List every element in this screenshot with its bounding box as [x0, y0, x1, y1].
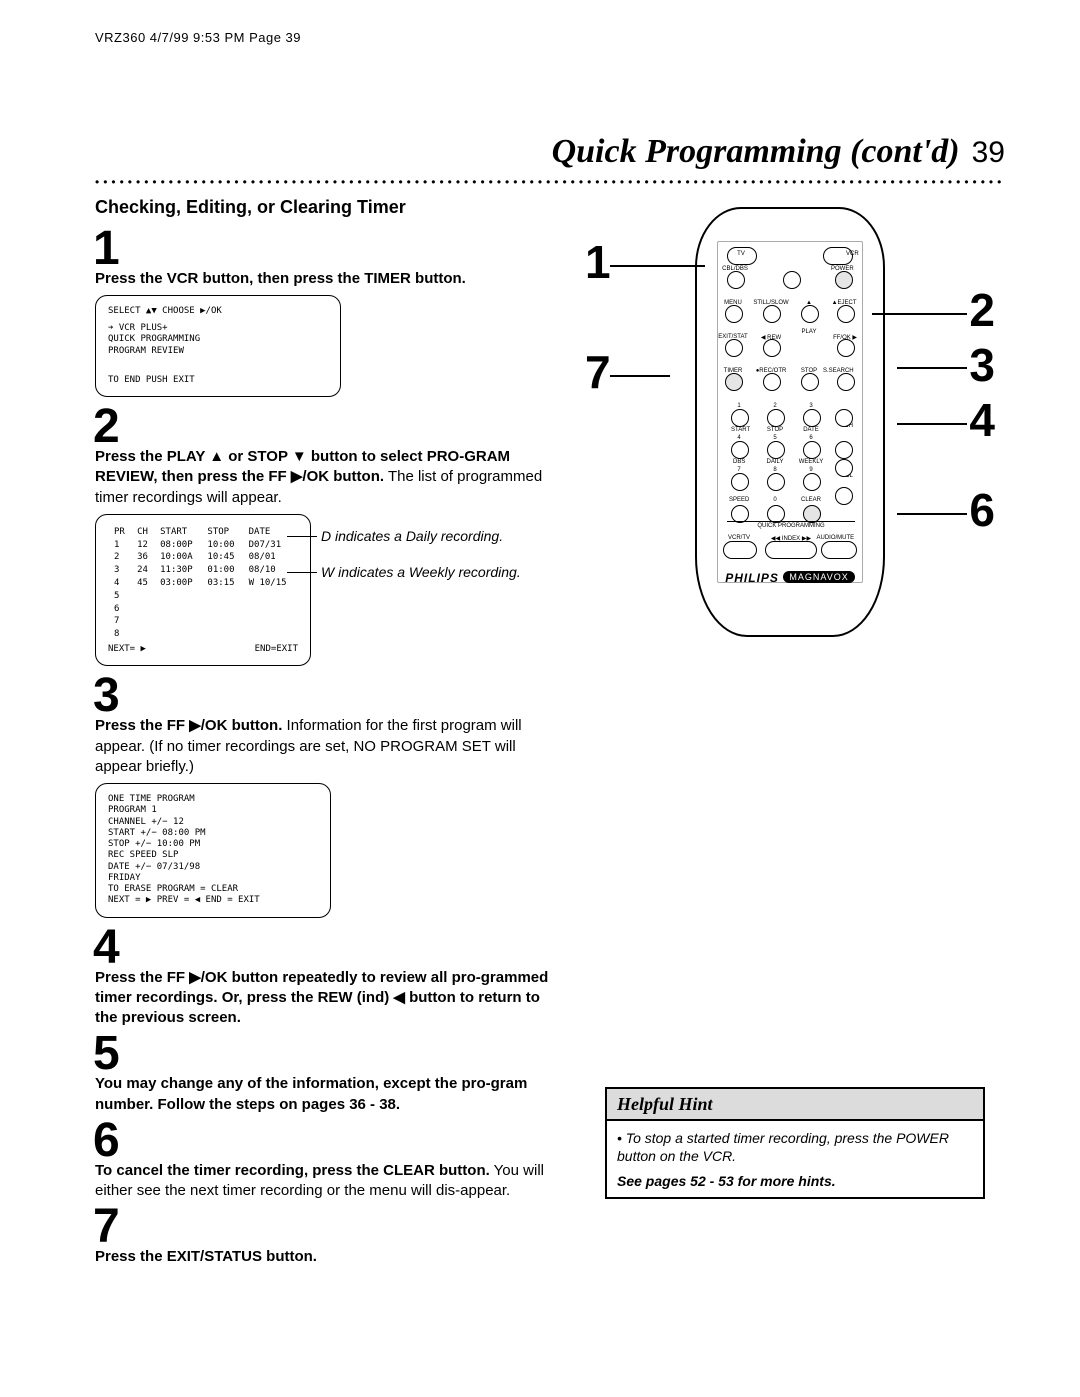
- hint-footer: See pages 52 - 53 for more hints.: [607, 1173, 983, 1197]
- step-number-3: 3: [93, 672, 555, 720]
- manual-page: VRZ360 4/7/99 9:53 PM Page 39 ─│─│ Quick…: [0, 0, 1080, 1397]
- osd-box-3: ONE TIME PROGRAM PROGRAM 1 CHANNEL +/− 1…: [95, 783, 331, 918]
- callout-2: 2: [969, 287, 995, 333]
- program-table: PRCHSTARTSTOPDATE 11208:00P10:00D07/31 2…: [108, 525, 298, 642]
- page-number: 39: [972, 138, 1005, 168]
- step-number-2: 2: [93, 403, 555, 451]
- osd2-footer-left: NEXT= ▶: [108, 644, 146, 655]
- table-row: 7: [110, 616, 296, 627]
- step-number-6: 6: [93, 1117, 555, 1165]
- osd-box-2: PRCHSTARTSTOPDATE 11208:00P10:00D07/31 2…: [95, 514, 311, 666]
- osd1-item3: PROGRAM REVIEW: [108, 346, 328, 357]
- step-3-text: Press the FF ▶/OK button. Information fo…: [95, 716, 555, 777]
- table-row: 23610:00A10:4508/01: [110, 552, 296, 563]
- table-row: 32411:30P01:0008/10: [110, 565, 296, 576]
- helpful-hint-box: Helpful Hint • To stop a started timer r…: [605, 1087, 985, 1199]
- hint-title: Helpful Hint: [607, 1089, 983, 1121]
- callout-4: 4: [969, 397, 995, 443]
- page-header: Quick Programming (cont'd) 39: [95, 135, 1005, 169]
- osd1-footer: TO END PUSH EXIT: [108, 375, 328, 386]
- slugline: VRZ360 4/7/99 9:53 PM Page 39: [95, 30, 1005, 45]
- timer-button-icon: [725, 373, 743, 391]
- ch-up-icon: [835, 409, 853, 427]
- step-6-text: To cancel the timer recording, press the…: [95, 1161, 555, 1202]
- osd1-header: SELECT ▲▼ CHOOSE ▶/OK: [108, 306, 328, 317]
- callout-3: 3: [969, 342, 995, 388]
- brand-row: PHILIPS MAGNAVOX: [697, 569, 883, 587]
- osd-box-1: SELECT ▲▼ CHOOSE ▶/OK ➔ VCR PLUS+ QUICK …: [95, 295, 341, 397]
- callout-1: 1: [585, 239, 611, 285]
- table-row: 44503:00P03:15W 10/15: [110, 578, 296, 589]
- vol-down-icon: [835, 487, 853, 505]
- vol-up-icon: [835, 459, 853, 477]
- osd1-item1: ➔ VCR PLUS+: [108, 323, 328, 334]
- osd1-item2: QUICK PROGRAMMING: [108, 334, 328, 345]
- step-4-text: Press the FF ▶/OK button repeatedly to r…: [95, 968, 555, 1029]
- hint-body: • To stop a started timer recording, pre…: [607, 1121, 983, 1173]
- right-column: 1 2 3 4 6 7 TV VCR CBL/DBS: [575, 197, 1005, 1268]
- step-1-text: Press the VCR button, then press the TIM…: [95, 269, 555, 289]
- section-title: Checking, Editing, or Clearing Timer: [95, 197, 555, 219]
- table-row: 11208:00P10:00D07/31: [110, 540, 296, 551]
- osd2-footer-right: END=EXIT: [255, 644, 298, 655]
- annot-line-d: [287, 536, 317, 537]
- step-7-text: Press the EXIT/STATUS button.: [95, 1247, 555, 1267]
- callout-7: 7: [585, 349, 611, 395]
- ch-down-icon: [835, 441, 853, 459]
- header-title-text: Quick Programming (cont'd): [552, 135, 960, 169]
- step-number-7: 7: [93, 1203, 555, 1251]
- annot-daily: D indicates a Daily recording.: [321, 528, 503, 544]
- step-number-1: 1: [93, 225, 555, 273]
- annot-weekly: W indicates a Weekly recording.: [321, 564, 521, 580]
- table-row: 6: [110, 604, 296, 615]
- cropmark-top: ─│─│: [0, 45, 550, 65]
- table-row: 8: [110, 629, 296, 640]
- step-5-text: You may change any of the information, e…: [95, 1074, 555, 1115]
- table-row: 5: [110, 591, 296, 602]
- step-2-text: Press the PLAY ▲ or STOP ▼ button to sel…: [95, 447, 555, 508]
- dotted-rule: ••••••••••••••••••••••••••••••••••••••••…: [95, 175, 1005, 189]
- steps-column: Checking, Editing, or Clearing Timer 1 P…: [95, 197, 555, 1268]
- callout-6: 6: [969, 487, 995, 533]
- step-number-4: 4: [93, 924, 555, 972]
- remote-control-illustration: TV VCR CBL/DBS POWER MENU STILL/SLOW ▲ ▲…: [695, 207, 885, 637]
- power-button-icon: [835, 271, 853, 289]
- step-3-bold: Press the FF ▶/OK button.: [95, 717, 282, 734]
- step-number-5: 5: [93, 1030, 555, 1078]
- annot-line-w: [287, 572, 317, 573]
